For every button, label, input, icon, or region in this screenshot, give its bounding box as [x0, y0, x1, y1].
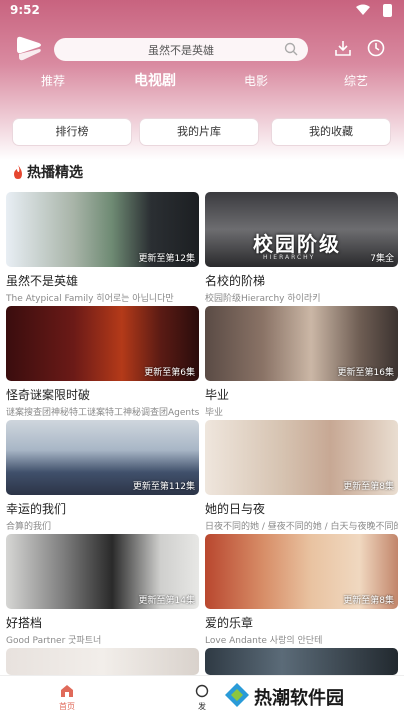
video-thumbnail[interactable]: 更新至第112集 — [6, 420, 199, 495]
nav-discover-label: 发 — [198, 702, 206, 711]
video-title[interactable]: 幸运的我们 — [6, 500, 199, 517]
tab-recommend[interactable]: 推荐 — [41, 72, 65, 89]
my-favorites-button[interactable]: 我的收藏 — [271, 118, 391, 146]
video-subtitle: 校园阶级Hierarchy 하이라키 — [205, 294, 321, 304]
tab-movies[interactable]: 电影 — [244, 72, 268, 89]
status-bar: 9:52 — [0, 0, 404, 20]
search-icon — [284, 42, 298, 56]
video-subtitle: The Atypical Family 히어로는 아닙니다만 — [6, 294, 174, 304]
video-title[interactable]: 毕业 — [205, 386, 398, 403]
video-thumbnail[interactable]: 更新至第8集 — [205, 534, 398, 609]
search-input[interactable]: 虽然不是英雄 — [54, 38, 308, 61]
video-title[interactable]: 名校的阶梯 — [205, 272, 398, 289]
video-subtitle: Good Partner 굿파트너 — [6, 636, 102, 646]
video-card[interactable]: 更新至第12集 虽然不是英雄 The Atypical Family 히어로는 … — [6, 192, 199, 304]
video-card[interactable] — [6, 648, 199, 675]
episode-badge: 更新至第8集 — [343, 596, 394, 606]
episode-badge: 更新至第14集 — [138, 596, 195, 606]
home-icon — [61, 685, 73, 697]
download-icon[interactable] — [333, 38, 353, 58]
video-subtitle: Love Andante 사랑의 안단테 — [205, 636, 323, 646]
top-bar: 虽然不是英雄 — [0, 30, 404, 68]
video-thumbnail[interactable]: 更新至第16集 — [205, 306, 398, 381]
app-logo-icon[interactable] — [13, 32, 45, 64]
watermark-text: 热潮软件园 — [254, 688, 344, 709]
section-title: 热播精选 — [27, 165, 83, 181]
episode-badge: 更新至第6集 — [144, 368, 195, 378]
nav-discover[interactable]: 发 — [190, 684, 214, 712]
video-title[interactable]: 好搭档 — [6, 614, 199, 631]
episode-badge: 更新至第16集 — [337, 368, 394, 378]
tab-tv-series[interactable]: 电视剧 — [134, 70, 176, 90]
history-icon[interactable] — [366, 38, 386, 58]
video-card[interactable]: 更新至第16集 毕业 毕业 — [205, 306, 398, 418]
video-title[interactable]: 爱的乐章 — [205, 614, 398, 631]
category-tabs: 推荐 电视剧 电影 综艺 — [0, 72, 404, 96]
quick-buttons: 排行榜 我的片库 我的收藏 — [0, 118, 404, 148]
episode-badge: 更新至第8集 — [343, 482, 394, 492]
ranking-button[interactable]: 排行榜 — [12, 118, 132, 146]
nav-home[interactable]: 首页 — [52, 684, 82, 712]
video-thumbnail[interactable]: 更新至第6集 — [6, 306, 199, 381]
video-card[interactable] — [205, 648, 398, 675]
video-thumbnail[interactable]: 更新至第12集 — [6, 192, 199, 267]
video-thumbnail[interactable] — [6, 648, 199, 675]
battery-icon — [383, 4, 392, 17]
video-card[interactable]: 更新至第8集 她的日与夜 日夜不同的她 / 昼夜不同的她 / 白天与夜晚不同的她… — [205, 420, 398, 532]
video-subtitle: 日夜不同的她 / 昼夜不同的她 / 白天与夜晚不同的她 / Mi — [205, 522, 398, 532]
video-subtitle: 合算的我们 — [6, 522, 52, 532]
section-header: 热播精选 — [12, 162, 83, 182]
video-card[interactable]: 更新至第8集 爱的乐章 Love Andante 사랑의 안단테 — [205, 534, 398, 646]
episode-badge: 更新至第12集 — [138, 254, 195, 264]
episode-badge: 更新至第112集 — [132, 482, 195, 492]
watermark-logo-icon — [225, 683, 249, 707]
video-card[interactable]: 校园阶级 HIERARCHY 7集全 名校的阶梯 校园阶级Hierarchy 하… — [205, 192, 398, 304]
video-thumbnail[interactable]: 校园阶级 HIERARCHY 7集全 — [205, 192, 398, 267]
video-title[interactable]: 虽然不是英雄 — [6, 272, 199, 289]
video-subtitle: 毕业 — [205, 408, 224, 418]
discover-icon — [195, 684, 209, 698]
poster-subtitle: HIERARCHY — [263, 254, 316, 261]
flame-icon — [14, 165, 22, 179]
video-title[interactable]: 她的日与夜 — [205, 500, 398, 517]
video-subtitle: 谜案搜查团神秘特工谜案特工神秘调查团Agents of M — [6, 408, 199, 418]
video-thumbnail[interactable]: 更新至第14集 — [6, 534, 199, 609]
video-card[interactable]: 更新至第112集 幸运的我们 合算的我们 — [6, 420, 199, 532]
poster-title: 校园阶级 — [253, 232, 341, 256]
tab-variety[interactable]: 综艺 — [344, 72, 368, 89]
video-thumbnail[interactable] — [205, 648, 398, 675]
video-card[interactable]: 更新至第14集 好搭档 Good Partner 굿파트너 — [6, 534, 199, 646]
my-library-button[interactable]: 我的片库 — [139, 118, 259, 146]
video-card[interactable]: 更新至第6集 怪奇谜案限时破 谜案搜查团神秘特工谜案特工神秘调查团Agents … — [6, 306, 199, 418]
video-title[interactable]: 怪奇谜案限时破 — [6, 386, 199, 403]
wifi-icon — [356, 4, 370, 15]
status-time: 9:52 — [10, 3, 40, 17]
video-thumbnail[interactable]: 更新至第8集 — [205, 420, 398, 495]
episode-badge: 7集全 — [370, 254, 394, 264]
nav-home-label: 首页 — [59, 702, 75, 711]
search-placeholder: 虽然不是英雄 — [148, 44, 214, 57]
